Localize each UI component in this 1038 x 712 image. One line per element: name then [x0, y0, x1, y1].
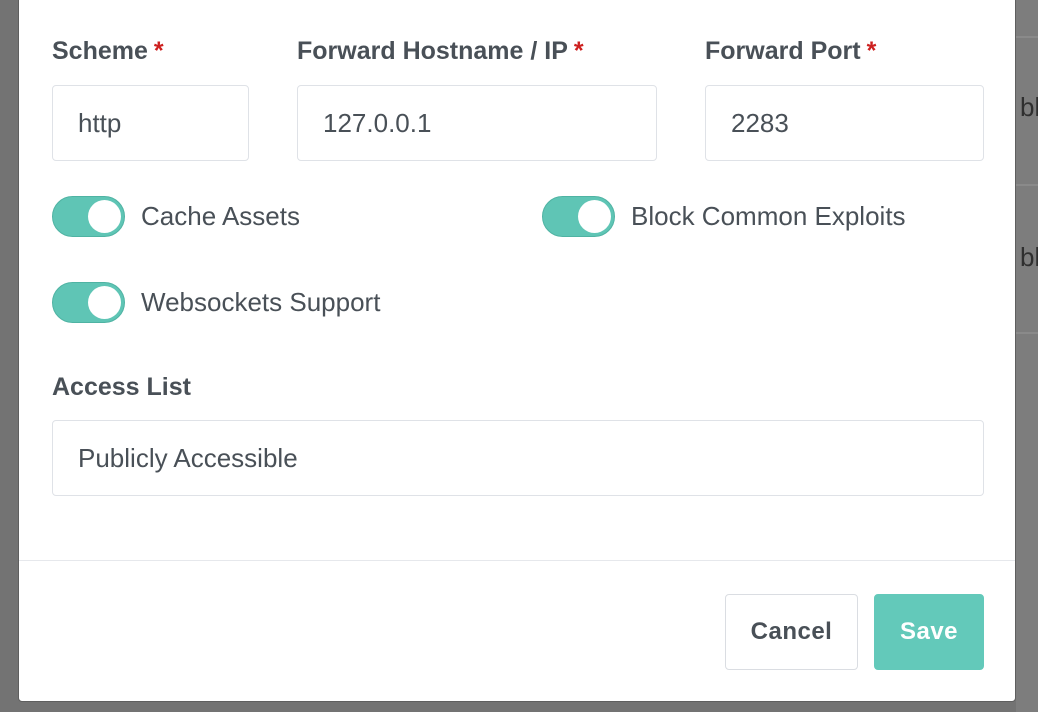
scheme-label: Scheme * [52, 37, 164, 66]
required-mark: * [573, 37, 584, 65]
background-text: bl [1020, 92, 1038, 122]
forward-port-value: 2283 [731, 107, 789, 138]
scheme-label-text: Scheme [52, 37, 148, 65]
websockets-support-row: Websockets Support [52, 282, 380, 323]
forward-port-input[interactable]: 2283 [705, 85, 984, 161]
forward-port-label: Forward Port * [705, 37, 876, 66]
background-page: bl bl [1016, 0, 1038, 712]
proxy-host-modal: Scheme * http Forward Hostname / IP * 127.… [18, 0, 1016, 702]
background-text: bl [1020, 242, 1038, 272]
toggle-knob [88, 286, 121, 319]
websockets-support-toggle[interactable] [52, 282, 125, 323]
scheme-input[interactable]: http [52, 85, 249, 161]
access-list-select[interactable]: Publicly Accessible [52, 420, 984, 496]
toggle-knob [578, 200, 611, 233]
cache-assets-row: Cache Assets [52, 196, 300, 237]
cancel-button[interactable]: Cancel [725, 594, 858, 670]
block-common-exploits-row: Block Common Exploits [542, 196, 906, 237]
block-common-exploits-label: Block Common Exploits [631, 201, 906, 231]
scheme-value: http [78, 107, 122, 138]
block-common-exploits-toggle[interactable] [542, 196, 615, 237]
toggle-knob [88, 200, 121, 233]
cache-assets-toggle[interactable] [52, 196, 125, 237]
access-list-value: Publicly Accessible [78, 442, 298, 473]
background-divider [1016, 184, 1038, 186]
forward-hostname-value: 127.0.0.1 [323, 107, 432, 138]
required-mark: * [153, 37, 164, 65]
websockets-support-label: Websockets Support [141, 287, 381, 317]
save-button[interactable]: Save [874, 594, 984, 670]
access-list-label: Access List [52, 373, 191, 401]
forward-hostname-label-text: Forward Hostname / IP [297, 37, 568, 65]
footer-divider [19, 560, 1015, 561]
forward-hostname-label: Forward Hostname / IP * [297, 37, 584, 66]
background-divider [1016, 36, 1038, 38]
forward-hostname-input[interactable]: 127.0.0.1 [297, 85, 657, 161]
background-divider [1016, 332, 1038, 334]
required-mark: * [866, 37, 877, 65]
cache-assets-label: Cache Assets [141, 201, 300, 231]
forward-port-label-text: Forward Port [705, 37, 861, 65]
